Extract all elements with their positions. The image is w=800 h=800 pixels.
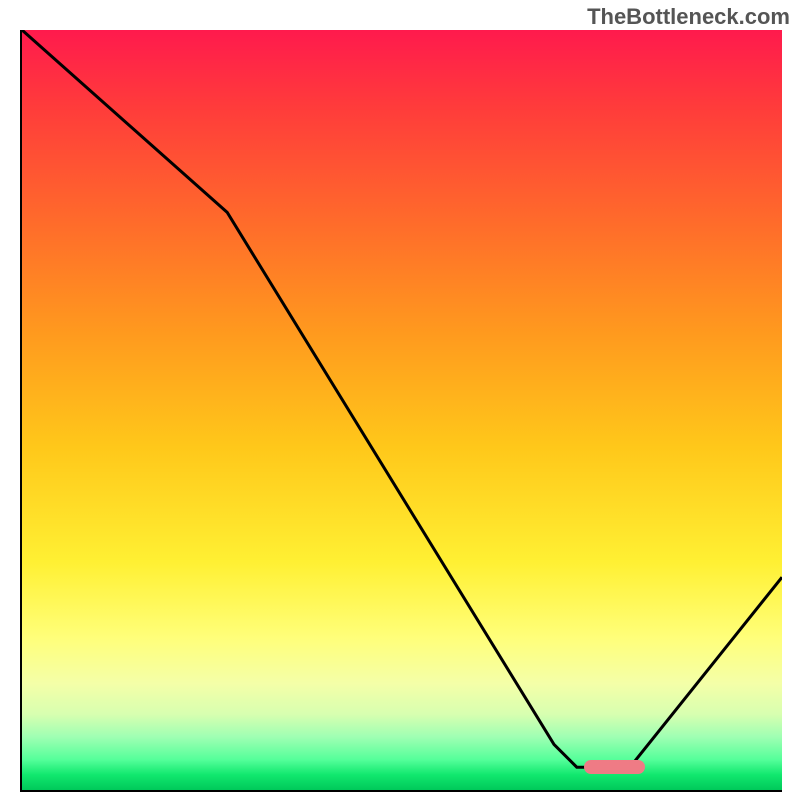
curve-line — [22, 30, 782, 767]
watermark-text: TheBottleneck.com — [587, 4, 790, 30]
optimal-marker — [584, 760, 645, 774]
bottleneck-curve — [22, 30, 782, 790]
chart-plot-area — [20, 30, 782, 792]
